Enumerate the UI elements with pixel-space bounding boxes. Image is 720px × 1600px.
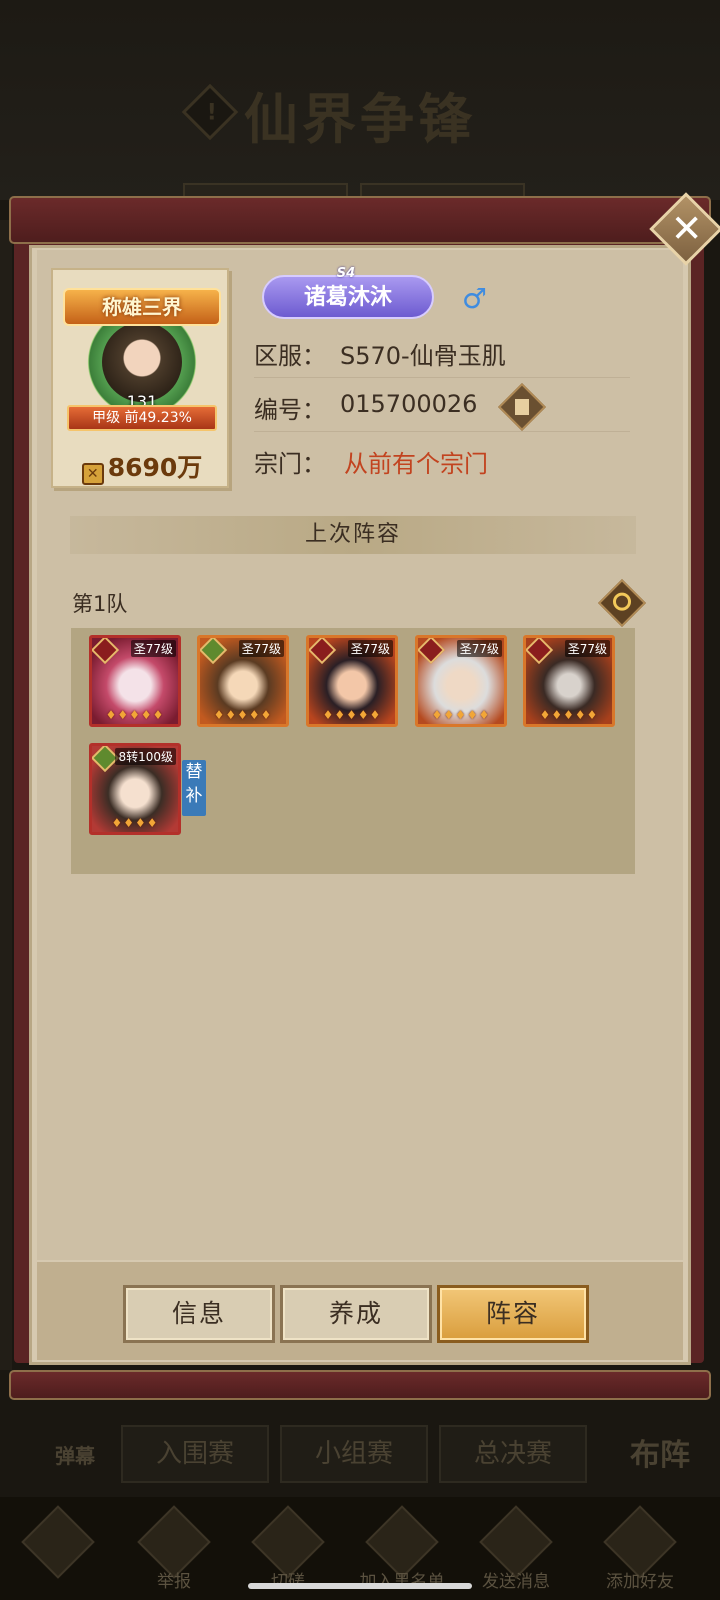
substitute-hero-card[interactable]: 8转100级 ♦♦♦♦ (89, 743, 181, 835)
hero-stars: ♦♦♦♦♦ (105, 708, 165, 722)
magnifier-icon (613, 592, 631, 611)
combat-power: ✕ 8690万 (53, 448, 231, 485)
scroll-top-rod (9, 196, 711, 244)
power-icon: ✕ (81, 463, 104, 485)
season-tag: S4 (336, 266, 356, 281)
hero-level: 8转100级 (115, 748, 176, 765)
hero-stars: ♦♦♦♦♦ (322, 708, 382, 722)
home-indicator[interactable] (248, 1583, 472, 1589)
rank-badge: 甲级 前49.23% (67, 405, 217, 431)
back-button (8, 1505, 108, 1600)
id-value: 015700026 (340, 390, 478, 418)
sect-row: 宗门： 从前有个宗门 (254, 434, 630, 486)
background-edge (0, 220, 12, 1370)
hero-stars: ♦♦♦♦♦ (431, 708, 491, 722)
sect-label: 宗门： (254, 450, 326, 478)
page-title: 仙界争锋 (244, 87, 476, 151)
hero-stars: ♦♦♦♦♦ (213, 708, 273, 722)
avatar (102, 322, 182, 402)
hero-level: 圣77级 (347, 640, 393, 657)
hero-level: 圣77级 (238, 640, 284, 657)
formation-label: 布阵 (630, 1438, 690, 1473)
tab-develop[interactable]: 养成 (280, 1285, 432, 1343)
hero-card[interactable]: 圣77级 ♦♦♦♦♦ (523, 635, 615, 727)
id-row: 编号： 015700026 (254, 380, 630, 432)
hero-stars: ♦♦♦♦♦ (539, 708, 599, 722)
substitute-tag: 替补 (182, 760, 206, 816)
hero-card[interactable]: 圣77级 ♦♦♦♦♦ (415, 635, 507, 727)
hero-stars: ♦♦♦♦ (111, 816, 159, 830)
combat-power-value: 8690万 (107, 453, 203, 482)
danmaku-button: 弹幕 (40, 1440, 110, 1469)
male-gender-icon: ♂ (462, 282, 488, 315)
hero-card[interactable]: 圣77级 ♦♦♦♦♦ (197, 635, 289, 727)
tab-group-stage: 小组赛 (280, 1425, 428, 1483)
hero-card[interactable]: 圣77级 ♦♦♦♦♦ (306, 635, 398, 727)
title-badge: 称雄三界 (63, 288, 221, 326)
report-button: 举报 (124, 1505, 224, 1600)
id-label: 编号： (254, 396, 326, 424)
tab-info[interactable]: 信息 (123, 1285, 275, 1343)
add-friend-label: 添加好友 (606, 1572, 674, 1592)
add-friend-button: 添加好友 (590, 1505, 690, 1600)
tab-lineup[interactable]: 阵容 (437, 1285, 589, 1343)
report-label: 举报 (157, 1572, 191, 1592)
scroll-bottom-rod (9, 1370, 711, 1400)
danmaku-label: 弹幕 (55, 1444, 95, 1468)
team-label: 第1队 (72, 592, 128, 616)
sect-value[interactable]: 从前有个宗门 (344, 444, 488, 479)
formation-button: 布阵 (620, 1430, 700, 1474)
tab-finals: 总决赛 (439, 1425, 587, 1483)
hero-level: 圣77级 (130, 640, 176, 657)
hero-card[interactable]: 圣77级 ♦♦♦♦♦ (89, 635, 181, 727)
back-arrow-icon (21, 1505, 95, 1579)
send-message-button: 发送消息 (466, 1505, 566, 1600)
hero-level: 圣77级 (456, 640, 502, 657)
send-message-label: 发送消息 (482, 1572, 550, 1592)
server-label: 区服： (254, 342, 326, 370)
avatar-card[interactable]: 称雄三界 131 甲级 前49.23% ✕ 8690万 (51, 268, 229, 488)
server-row: 区服： S570-仙骨玉肌 (254, 326, 630, 378)
server-value: S570-仙骨玉肌 (340, 342, 506, 370)
tab-qualifier: 入围赛 (121, 1425, 269, 1483)
copy-icon (515, 399, 529, 415)
lineup-section-title: 上次阵容 (70, 516, 636, 554)
hero-level: 圣77级 (564, 640, 610, 657)
close-icon: ✕ (670, 206, 703, 251)
